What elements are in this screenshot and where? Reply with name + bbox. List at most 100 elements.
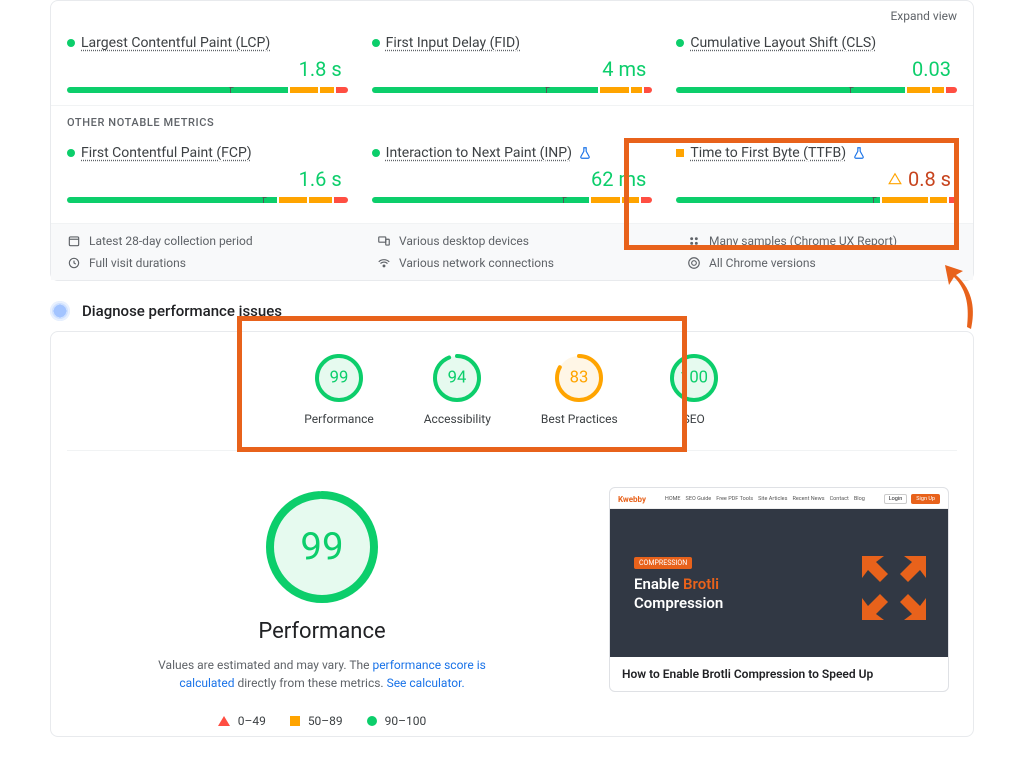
legend-bad: 0–49	[218, 714, 266, 728]
preview-logo: Kwebby	[618, 495, 646, 504]
dot-green-icon	[372, 39, 380, 47]
preview-nav-item: Free PDF Tools	[716, 496, 753, 502]
big-performance-gauge: 99	[262, 487, 382, 607]
preview-hero: COMPRESSION Enable Brotli Compression	[610, 509, 948, 657]
samples-text: Many samples (Chrome UX Report)	[709, 234, 897, 248]
dot-green-icon	[67, 149, 75, 157]
preview-nav-item: Recent News	[792, 496, 824, 502]
gauge-label: Performance	[304, 412, 373, 426]
metric-label: Cumulative Layout Shift (CLS)	[690, 35, 876, 51]
collection-period-text: Latest 28-day collection period	[89, 234, 253, 248]
crux-report-link[interactable]: Chrome UX Report	[794, 234, 893, 248]
devices-text: Various desktop devices	[399, 234, 529, 248]
metric-label: First Contentful Paint (FCP)	[81, 145, 252, 161]
metric-value: 1.6 s	[299, 167, 342, 191]
dot-green-icon	[372, 149, 380, 157]
square-amber-icon	[290, 716, 300, 726]
svg-text:94: 94	[448, 369, 467, 388]
svg-text:100: 100	[680, 369, 708, 388]
metric-distribution-bar	[676, 197, 957, 203]
core-metric-2[interactable]: Cumulative Layout Shift (CLS) 0.03	[676, 35, 957, 93]
preview-hero-title: Enable Brotli Compression	[634, 575, 723, 614]
section-indicator-icon	[50, 301, 70, 321]
preview-nav-item: HOME	[665, 496, 681, 502]
preview-caption: How to Enable Brotli Compression to Spee…	[610, 657, 948, 691]
field-data-card: Expand view Largest Contentful Paint (LC…	[50, 0, 974, 281]
diagnose-section-header: Diagnose performance issues	[50, 301, 974, 321]
circle-green-icon	[367, 716, 377, 726]
preview-topbar: Kwebby HOME SEO Guide Free PDF Tools Site A…	[610, 488, 948, 509]
legend-good: 90–100	[367, 714, 427, 728]
preview-nav-item: Contact	[830, 496, 849, 502]
wifi-icon	[377, 256, 391, 270]
gauge-row: 99 Performance 94 Accessibility 83 Best …	[51, 332, 973, 450]
expand-view-link[interactable]: Expand view	[890, 9, 957, 23]
gauge-performance[interactable]: 99 Performance	[304, 352, 373, 426]
calendar-icon	[67, 234, 81, 248]
gauge-label: SEO	[683, 412, 705, 426]
metric-label: Largest Contentful Paint (LCP)	[81, 35, 270, 51]
triangle-red-icon	[218, 716, 230, 726]
gauge-seo[interactable]: 100 SEO	[668, 352, 720, 426]
other-metric-1[interactable]: Interaction to Next Paint (INP) 62 ms	[372, 145, 653, 203]
metric-value: 1.8 s	[299, 57, 342, 81]
other-metric-0[interactable]: First Contentful Paint (FCP) 1.6 s	[67, 145, 348, 203]
core-metric-1[interactable]: First Input Delay (FID) 4 ms	[372, 35, 653, 93]
svg-text:83: 83	[570, 369, 589, 388]
network-text: Various network connections	[399, 256, 554, 270]
gauge-accessibility[interactable]: 94 Accessibility	[424, 352, 491, 426]
performance-detail-row: 99 Performance Values are estimated and …	[51, 451, 973, 736]
dot-green-icon	[676, 39, 684, 47]
devices-icon	[377, 234, 391, 248]
site-preview-card: Kwebby HOME SEO Guide Free PDF Tools Site A…	[609, 487, 949, 692]
metric-distribution-bar	[67, 197, 348, 203]
other-metric-2[interactable]: Time to First Byte (TTFB) 0.8 s	[676, 145, 957, 203]
core-metrics-row: Largest Contentful Paint (LCP) 1.8 s Fir…	[51, 23, 973, 105]
gauge-ring-icon: 94	[431, 352, 483, 404]
visit-duration-text: Full visit durations	[89, 256, 186, 270]
hero-arrows-icon	[854, 548, 924, 618]
preview-nav-item: Site Articles	[758, 496, 787, 502]
gauge-ring-icon: 83	[553, 352, 605, 404]
gauge-best practices[interactable]: 83 Best Practices	[541, 352, 618, 426]
svg-text:99: 99	[300, 525, 343, 570]
perf-description: Values are estimated and may vary. The p…	[152, 656, 492, 692]
metric-label: Time to First Byte (TTFB)	[690, 145, 846, 161]
diagnose-title: Diagnose performance issues	[82, 302, 282, 320]
score-legend: 0–49 50–89 90–100	[218, 714, 427, 728]
preview-login: Login	[884, 494, 908, 504]
core-metric-0[interactable]: Largest Contentful Paint (LCP) 1.8 s	[67, 35, 348, 93]
preview-nav-item: Blog	[854, 496, 865, 502]
square-amber-icon	[676, 149, 684, 157]
gauge-label: Accessibility	[424, 412, 491, 426]
metric-distribution-bar	[676, 87, 957, 93]
big-gauge-label: Performance	[258, 619, 385, 644]
preview-nav-item: SEO Guide	[686, 496, 712, 502]
metric-value: 62 ms	[591, 167, 646, 191]
metric-distribution-bar	[372, 197, 653, 203]
see-calculator-link[interactable]: See calculator.	[387, 676, 465, 690]
experimental-flask-icon	[578, 146, 592, 160]
clock-icon	[67, 256, 81, 270]
gauge-label: Best Practices	[541, 412, 618, 426]
metric-distribution-bar	[67, 87, 348, 93]
metric-value: 0.8 s	[908, 167, 951, 191]
other-metrics-row: First Contentful Paint (FCP) 1.6 s Inter…	[51, 133, 973, 215]
versions-text: All Chrome versions	[709, 256, 816, 270]
legend-mid: 50–89	[290, 714, 343, 728]
metric-label: Interaction to Next Paint (INP)	[386, 145, 572, 161]
gauge-ring-icon: 100	[668, 352, 720, 404]
preview-nav: HOME SEO Guide Free PDF Tools Site Articles…	[665, 496, 865, 502]
svg-text:99: 99	[330, 369, 349, 388]
data-origin-footer: Latest 28-day collection period Full vis…	[51, 223, 973, 280]
triangle-warn-icon	[888, 167, 902, 191]
other-metrics-header: OTHER NOTABLE METRICS	[51, 105, 973, 133]
lighthouse-card: 99 Performance 94 Accessibility 83 Best …	[50, 331, 974, 737]
samples-icon	[687, 234, 701, 248]
chrome-icon	[687, 256, 701, 270]
metric-value: 0.03	[912, 57, 951, 81]
metric-label: First Input Delay (FID)	[386, 35, 520, 51]
dot-green-icon	[67, 39, 75, 47]
gauge-ring-icon: 99	[313, 352, 365, 404]
metric-value: 4 ms	[602, 57, 646, 81]
